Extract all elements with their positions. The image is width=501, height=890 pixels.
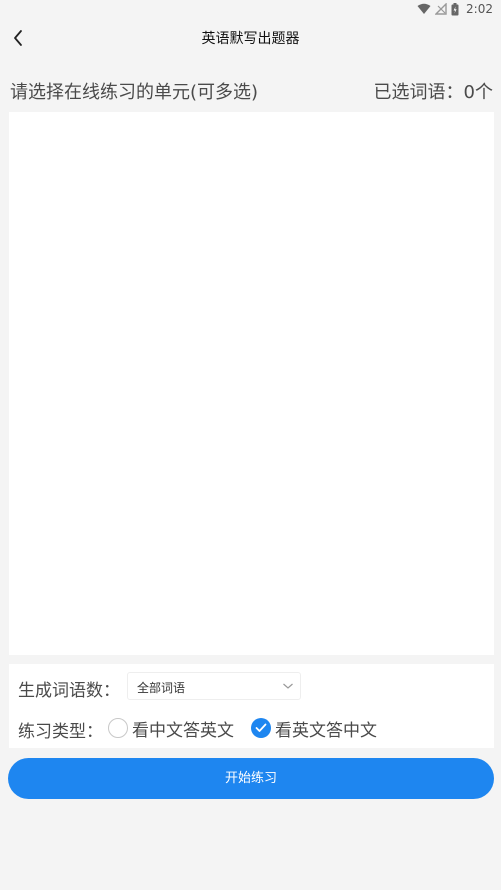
word-count-value: 全部词语 (137, 681, 186, 695)
options-panel: 生成词语数： 全部词语 练习类型： 看中文答英文 看英文答中文 (9, 664, 494, 748)
radio-en-to-cn-label: 看英文答中文 (275, 720, 377, 741)
status-icons: 2:02 (417, 2, 493, 16)
wifi-icon (417, 3, 431, 15)
unit-header: 请选择在线练习的单元(可多选) 已选词语：0个 (10, 78, 493, 103)
radio-cn-to-en[interactable]: 看中文答英文 (108, 716, 234, 741)
selected-word-count: 已选词语：0个 (373, 82, 493, 103)
unit-select-prompt: 请选择在线练习的单元(可多选) (10, 82, 259, 103)
word-count-label: 生成词语数： (18, 681, 120, 701)
radio-checked-icon (251, 718, 271, 738)
battery-icon (451, 2, 459, 16)
nav-bar: 英语默写出题器 (0, 20, 501, 56)
start-practice-button[interactable]: 开始练习 (8, 758, 494, 799)
page-title: 英语默写出题器 (201, 31, 300, 47)
radio-cn-to-en-label: 看中文答英文 (132, 720, 234, 741)
status-bar: 2:02 (0, 0, 501, 20)
radio-en-to-cn[interactable]: 看英文答中文 (251, 716, 377, 741)
radio-unchecked-icon (108, 718, 128, 738)
word-count-select[interactable]: 全部词语 (127, 672, 301, 700)
practice-type-label: 练习类型： (18, 722, 103, 742)
chevron-down-icon (283, 683, 293, 689)
unit-list[interactable] (9, 112, 494, 655)
status-time: 2:02 (466, 2, 493, 16)
no-signal-icon (435, 3, 447, 15)
